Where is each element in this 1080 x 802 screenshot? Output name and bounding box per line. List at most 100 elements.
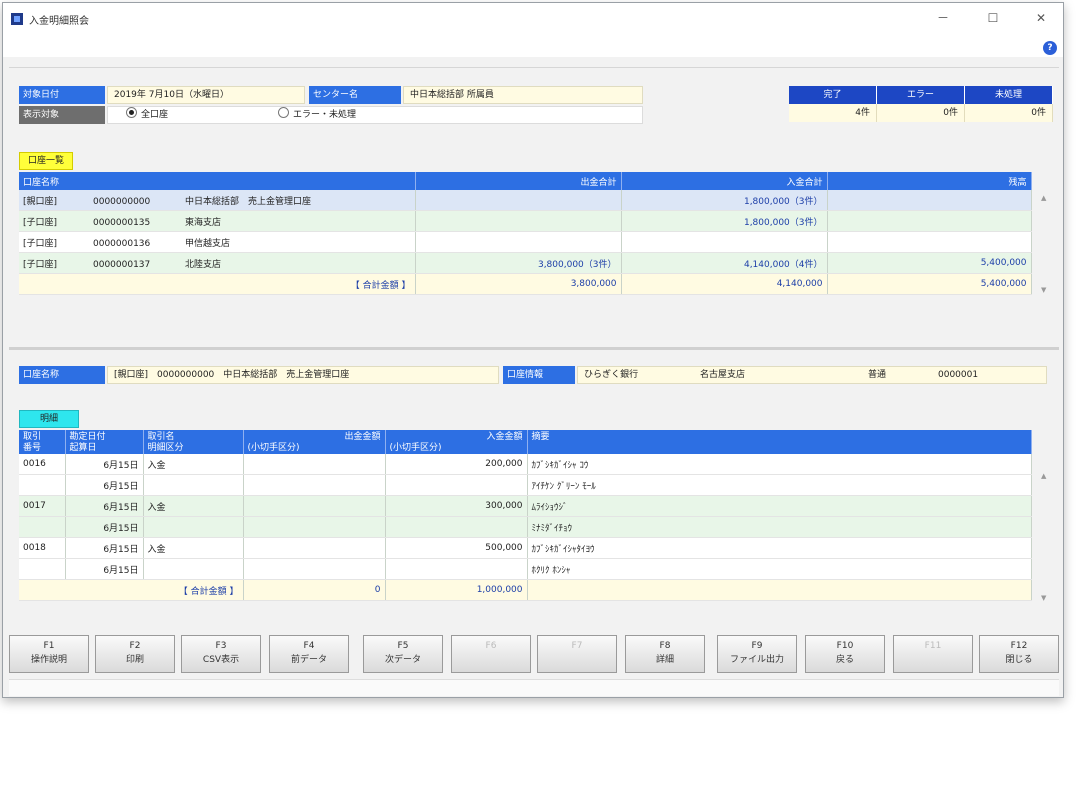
f5-label: 次データ	[384, 655, 421, 665]
account-out	[415, 210, 622, 232]
detail-row-sub[interactable]: 6月15日 ﾎｸﾘｸ ﾎﾝｼｬ	[19, 558, 1032, 580]
radio-error-indicator[interactable]	[278, 107, 289, 118]
txn-value-date: 6月15日	[65, 516, 144, 538]
detail-row[interactable]: 0018 6月15日 入金 500,000 ｶﾌﾞｼｷｶﾞｲｼｬﾀｲﾖｳ	[19, 537, 1032, 559]
col-date-l2: 起算日	[69, 443, 97, 453]
txn-in-check	[385, 474, 528, 496]
account-balance	[827, 231, 1032, 253]
title-bar: 入金明細照会 － ☐ ✕ ?	[3, 3, 1063, 57]
account-name: 北陸支店	[185, 259, 222, 270]
account-out	[415, 190, 622, 211]
details-total-out: 0	[243, 579, 386, 601]
account-row[interactable]: [子口座] 0000000136 甲信越支店	[19, 231, 1032, 253]
txn-no-sub	[19, 516, 66, 538]
account-number: 0000000000	[93, 196, 151, 207]
col-memo[interactable]: 摘要	[527, 430, 1032, 454]
details-header-row: 取引 番号 勘定日付 起算日 取引名 明細区分 出金金額 (小切手区分) 入金金額 (小切…	[19, 430, 1032, 454]
txn-value-date: 6月15日	[65, 474, 144, 496]
status-bar	[9, 679, 1059, 696]
col-withdrawal-total[interactable]: 出金合計	[415, 172, 622, 190]
accounts-total-in: 4,140,000	[621, 273, 828, 295]
f3-button[interactable]: F3 CSV表示	[181, 635, 261, 673]
col-deposit-total[interactable]: 入金合計	[621, 172, 828, 190]
account-row[interactable]: [子口座] 0000000137 北陸支店 3,800,000（3件） 4,140,…	[19, 252, 1032, 274]
f12-button[interactable]: F12 閉じる	[979, 635, 1059, 673]
account-row[interactable]: [子口座] 0000000135 東海支店 1,800,000（3件）	[19, 210, 1032, 232]
account-type: [子口座]	[23, 259, 58, 270]
account-balance	[827, 210, 1032, 232]
account-type: [子口座]	[23, 238, 58, 249]
col-date[interactable]: 勘定日付 起算日	[65, 430, 144, 454]
col-balance[interactable]: 残高	[827, 172, 1032, 190]
summary-panel: 対象日付 2019年 7月10日（水曜日） センター名 中日本総括部 所属員 表…	[9, 67, 1059, 334]
scroll-down-icon[interactable]: ▼	[1041, 286, 1046, 294]
app-icon	[11, 13, 23, 25]
detail-row[interactable]: 0017 6月15日 入金 300,000 ﾑﾗｲｼｮｳｼﾞ	[19, 495, 1032, 517]
minimize-button[interactable]: －	[929, 9, 957, 27]
account-cell: [子口座] 0000000136 甲信越支店	[19, 231, 416, 253]
f9-button[interactable]: F9 ファイル出力	[717, 635, 797, 673]
close-button[interactable]: ✕	[1027, 9, 1055, 27]
maximize-button[interactable]: ☐	[979, 9, 1007, 27]
account-row[interactable]: [親口座] 0000000000 中日本総括部 売上金管理口座 1,800,000（…	[19, 190, 1032, 211]
col-txn-no[interactable]: 取引 番号	[19, 430, 66, 454]
f9-label: ファイル出力	[729, 655, 784, 665]
txn-memo-sub: ﾎｸﾘｸ ﾎﾝｼｬ	[527, 558, 1032, 580]
detail-account-value: [親口座] 0000000000 中日本総括部 売上金管理口座	[107, 366, 499, 384]
details-tag: 明細	[19, 410, 80, 428]
account-in	[621, 231, 828, 253]
col-out-l1: 出金金額	[344, 432, 381, 442]
detail-row-sub[interactable]: 6月15日 ﾐﾅﾐﾀﾞｲﾁｮｳ	[19, 516, 1032, 538]
f3-key: F3	[215, 641, 227, 651]
col-in-l1: 入金金額	[486, 432, 523, 442]
scroll-down-icon[interactable]: ▼	[1041, 594, 1046, 602]
txn-in-check	[385, 516, 528, 538]
scroll-up-icon[interactable]: ▲	[1041, 472, 1046, 480]
help-icon[interactable]: ?	[1043, 41, 1057, 55]
detail-row-sub[interactable]: 6月15日 ｱｲﾁｹﾝ ｸﾞﾘｰﾝ ﾓｰﾙ	[19, 474, 1032, 496]
date-value: 2019年 7月10日（水曜日）	[107, 86, 305, 104]
accounts-total-balance: 5,400,000	[827, 273, 1032, 295]
accounts-scrollbar[interactable]: ▲ ▼	[1039, 190, 1049, 300]
account-type: [親口座]	[23, 196, 58, 207]
txn-no: 0018	[19, 537, 66, 559]
f4-label: 前データ	[290, 655, 327, 665]
scroll-up-icon[interactable]: ▲	[1041, 194, 1046, 202]
txn-memo-sub: ｱｲﾁｹﾝ ｸﾞﾘｰﾝ ﾓｰﾙ	[527, 474, 1032, 496]
account-type: [子口座]	[23, 217, 58, 228]
detail-row[interactable]: 0016 6月15日 入金 200,000 ｶﾌﾞｼｷｶﾞｲｼｬ ｺｳ	[19, 454, 1032, 475]
f2-button[interactable]: F2 印刷	[95, 635, 175, 673]
f4-button[interactable]: F4 前データ	[269, 635, 349, 673]
radio-all-indicator[interactable]	[126, 107, 137, 118]
f10-key: F10	[836, 641, 854, 651]
col-txn-name[interactable]: 取引名 明細区分	[143, 430, 244, 454]
txn-name: 入金	[143, 495, 244, 517]
account-cell: [子口座] 0000000135 東海支店	[19, 210, 416, 232]
col-txn-name-l2: 明細区分	[147, 443, 184, 453]
app-window: 入金明細照会 － ☐ ✕ ? 対象日付 2019年 7月10日（水曜日） センタ…	[2, 2, 1064, 698]
details-scrollbar[interactable]: ▲ ▼	[1039, 468, 1049, 608]
f6-button: F6	[451, 635, 531, 673]
f8-button[interactable]: F8 詳細	[625, 635, 705, 673]
col-out-amount[interactable]: 出金金額 (小切手区分)	[243, 430, 386, 454]
status-error-count: 0件	[877, 104, 965, 122]
txn-value-date: 6月15日	[65, 558, 144, 580]
f8-key: F8	[659, 641, 671, 651]
txn-out-check	[243, 558, 386, 580]
account-number: 0000000135	[93, 217, 151, 228]
col-in-amount[interactable]: 入金金額 (小切手区分)	[385, 430, 528, 454]
col-account-name[interactable]: 口座名称	[19, 172, 416, 190]
f1-button[interactable]: F1 操作説明	[9, 635, 89, 673]
accounts-table: 口座名称 出金合計 入金合計 残高 [親口座] 0000000000 中日本総括部 …	[19, 172, 1032, 295]
f10-button[interactable]: F10 戻る	[805, 635, 885, 673]
f5-button[interactable]: F5 次データ	[363, 635, 443, 673]
radio-error[interactable]: エラー・未処理	[278, 107, 356, 123]
account-in: 1,800,000（3件）	[621, 210, 828, 232]
f7-key: F7	[571, 641, 583, 651]
f9-key: F9	[751, 641, 763, 651]
account-no: 0000001	[938, 370, 979, 380]
account-number: 0000000136	[93, 238, 151, 249]
radio-all[interactable]: 全口座	[126, 107, 168, 123]
txn-in: 200,000	[385, 454, 528, 475]
txn-date: 6月15日	[65, 537, 144, 559]
